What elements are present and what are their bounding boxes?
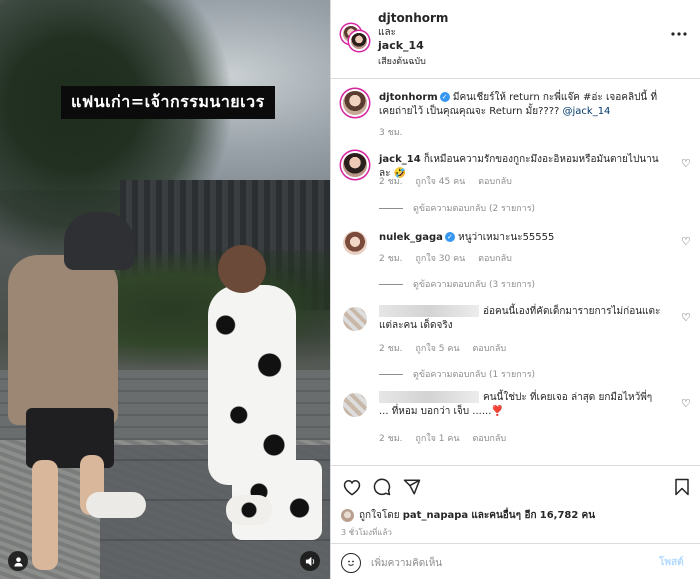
comment-time: 2 ชม. [379,344,403,354]
woman-slipper [226,495,272,525]
comment-likes[interactable]: ถูกใจ 5 คน [415,344,459,354]
add-comment-bar: โพสต์ [331,543,700,581]
comment-input[interactable] [369,550,643,576]
comment-text-block: nulek_gaga ✓ หนูว่าเหมาะนะ55555 [379,231,664,245]
woman-head [218,245,266,293]
like-comment-heart-icon[interactable]: ♡ [681,235,691,248]
bookmark-icon[interactable] [671,476,693,498]
avatar[interactable] [343,231,367,255]
avatar[interactable] [343,153,367,177]
comment-text-block: อ่อคนนี้เองที่คัดเด็กมารายการไม่ก่อนแตะ … [379,305,664,333]
blurred-username [379,305,479,317]
verified-badge-icon: ✓ [444,232,455,242]
caption-text-block: djtonhorm ✓ มีคนเชียร์ให้ return กะพี่แจ๊… [379,91,664,119]
comment-time: 2 ชม. [379,254,403,264]
post-media[interactable]: แฟนเก่า=เจ้ากรรมนายเวร [0,0,330,579]
comment-username[interactable]: nulek_gaga [379,232,443,243]
header-username-1[interactable]: djtonhorm [378,11,448,25]
avatar[interactable] [351,33,367,49]
post-header: djtonhorm และ jack_14 เสียงต้นฉบับ [331,0,700,79]
comment-meta: 2 ชม. ถูกใจ 45 คน ตอบกลับ [379,174,522,188]
like-comment-heart-icon[interactable]: ♡ [681,157,691,170]
blurred-username [379,391,479,403]
view-replies-button[interactable]: ดูข้อความตอบกลับ (3 รายการ) [379,277,535,291]
caption-mention-link[interactable]: @jack_14 [563,106,611,117]
media-caption: แฟนเก่า=เจ้ากรรมนายเวร [61,86,275,119]
man-cap [64,212,134,270]
comment-reply-button[interactable]: ตอบกลับ [478,254,512,264]
comment-time: 2 ชม. [379,434,403,444]
post-comment-button[interactable]: โพสต์ [659,555,684,570]
like-comment-heart-icon[interactable]: ♡ [681,397,691,410]
more-options-icon[interactable] [671,24,687,40]
man-figure [8,255,118,425]
post-actions: ถูกใจโดย pat_napapa และคนอื่นๆ อีก 16,78… [331,465,700,580]
comment-reply-button[interactable]: ตอบกลับ [472,434,506,444]
original-audio-link[interactable]: เสียงต้นฉบับ [378,54,426,68]
emoji-icon[interactable] [341,553,361,573]
verified-badge-icon: ✓ [439,92,450,102]
sound-toggle-icon[interactable] [300,551,320,571]
share-icon[interactable] [401,476,423,498]
comment-reply-button[interactable]: ตอบกลับ [478,177,512,187]
avatar[interactable] [343,307,367,331]
comment-likes[interactable]: ถูกใจ 45 คน [415,177,465,187]
post-side-panel: djtonhorm และ jack_14 เสียงต้นฉบับ djton… [330,0,700,579]
comment-meta: 2 ชม. ถูกใจ 5 คน ตอบกลับ [379,341,516,355]
like-comment-heart-icon[interactable]: ♡ [681,311,691,324]
comment-meta: 2 ชม. ถูกใจ 1 คน ตอบกลับ [379,431,516,445]
comment-username[interactable]: jack_14 [379,154,421,165]
likes-count[interactable]: 16,782 [540,510,579,521]
comment-likes[interactable]: ถูกใจ 30 คน [415,254,465,264]
header-username-2[interactable]: jack_14 [378,39,424,52]
comment-likes[interactable]: ถูกใจ 1 คน [415,434,459,444]
man-slipper [86,492,146,518]
likes-summary[interactable]: ถูกใจโดย pat_napapa และคนอื่นๆ อีก 16,78… [359,508,595,523]
caption-meta: 3 ชม. [379,125,413,139]
comment-text: หนูว่าเหมาะนะ55555 [458,232,555,243]
likes-first-user[interactable]: pat_napapa [403,510,468,521]
avatar[interactable] [343,393,367,417]
comment-reply-button[interactable]: ตอบกลับ [472,344,506,354]
caption-time: 3 ชม. [379,128,403,138]
avatar[interactable] [341,509,354,522]
woman-cow-costume [208,285,296,485]
likes-suffix: คน [581,510,596,521]
likes-prefix: ถูกใจโดย [359,510,400,521]
heart-icon[interactable] [341,476,363,498]
avatar[interactable] [343,91,367,115]
likes-and-others[interactable]: และคนอื่นๆ อีก [471,510,536,521]
view-replies-button[interactable]: ดูข้อความตอบกลับ (2 รายการ) [379,201,535,215]
comments-section[interactable]: djtonhorm ✓ มีคนเชียร์ให้ return กะพี่แจ๊… [331,79,700,465]
tagged-users-icon[interactable] [8,551,28,571]
header-conjunction: และ [378,27,396,38]
comment-text-block: คนนี้ใช่ปะ ที่เคยเจอ ล่าสุด ยกมือไหว้พี่… [379,391,664,419]
instagram-post-view: แฟนเก่า=เจ้ากรรมนายเวร djtonhorm และ jac… [0,0,700,579]
caption-username[interactable]: djtonhorm [379,92,438,103]
post-time-ago[interactable]: 3 ชั่วโมงที่แล้ว [341,526,392,539]
man-leg [32,460,58,570]
view-replies-button[interactable]: ดูข้อความตอบกลับ (1 รายการ) [379,367,535,381]
comment-meta: 2 ชม. ถูกใจ 30 คน ตอบกลับ [379,251,522,265]
comment-time: 2 ชม. [379,177,403,187]
comment-icon[interactable] [371,476,393,498]
